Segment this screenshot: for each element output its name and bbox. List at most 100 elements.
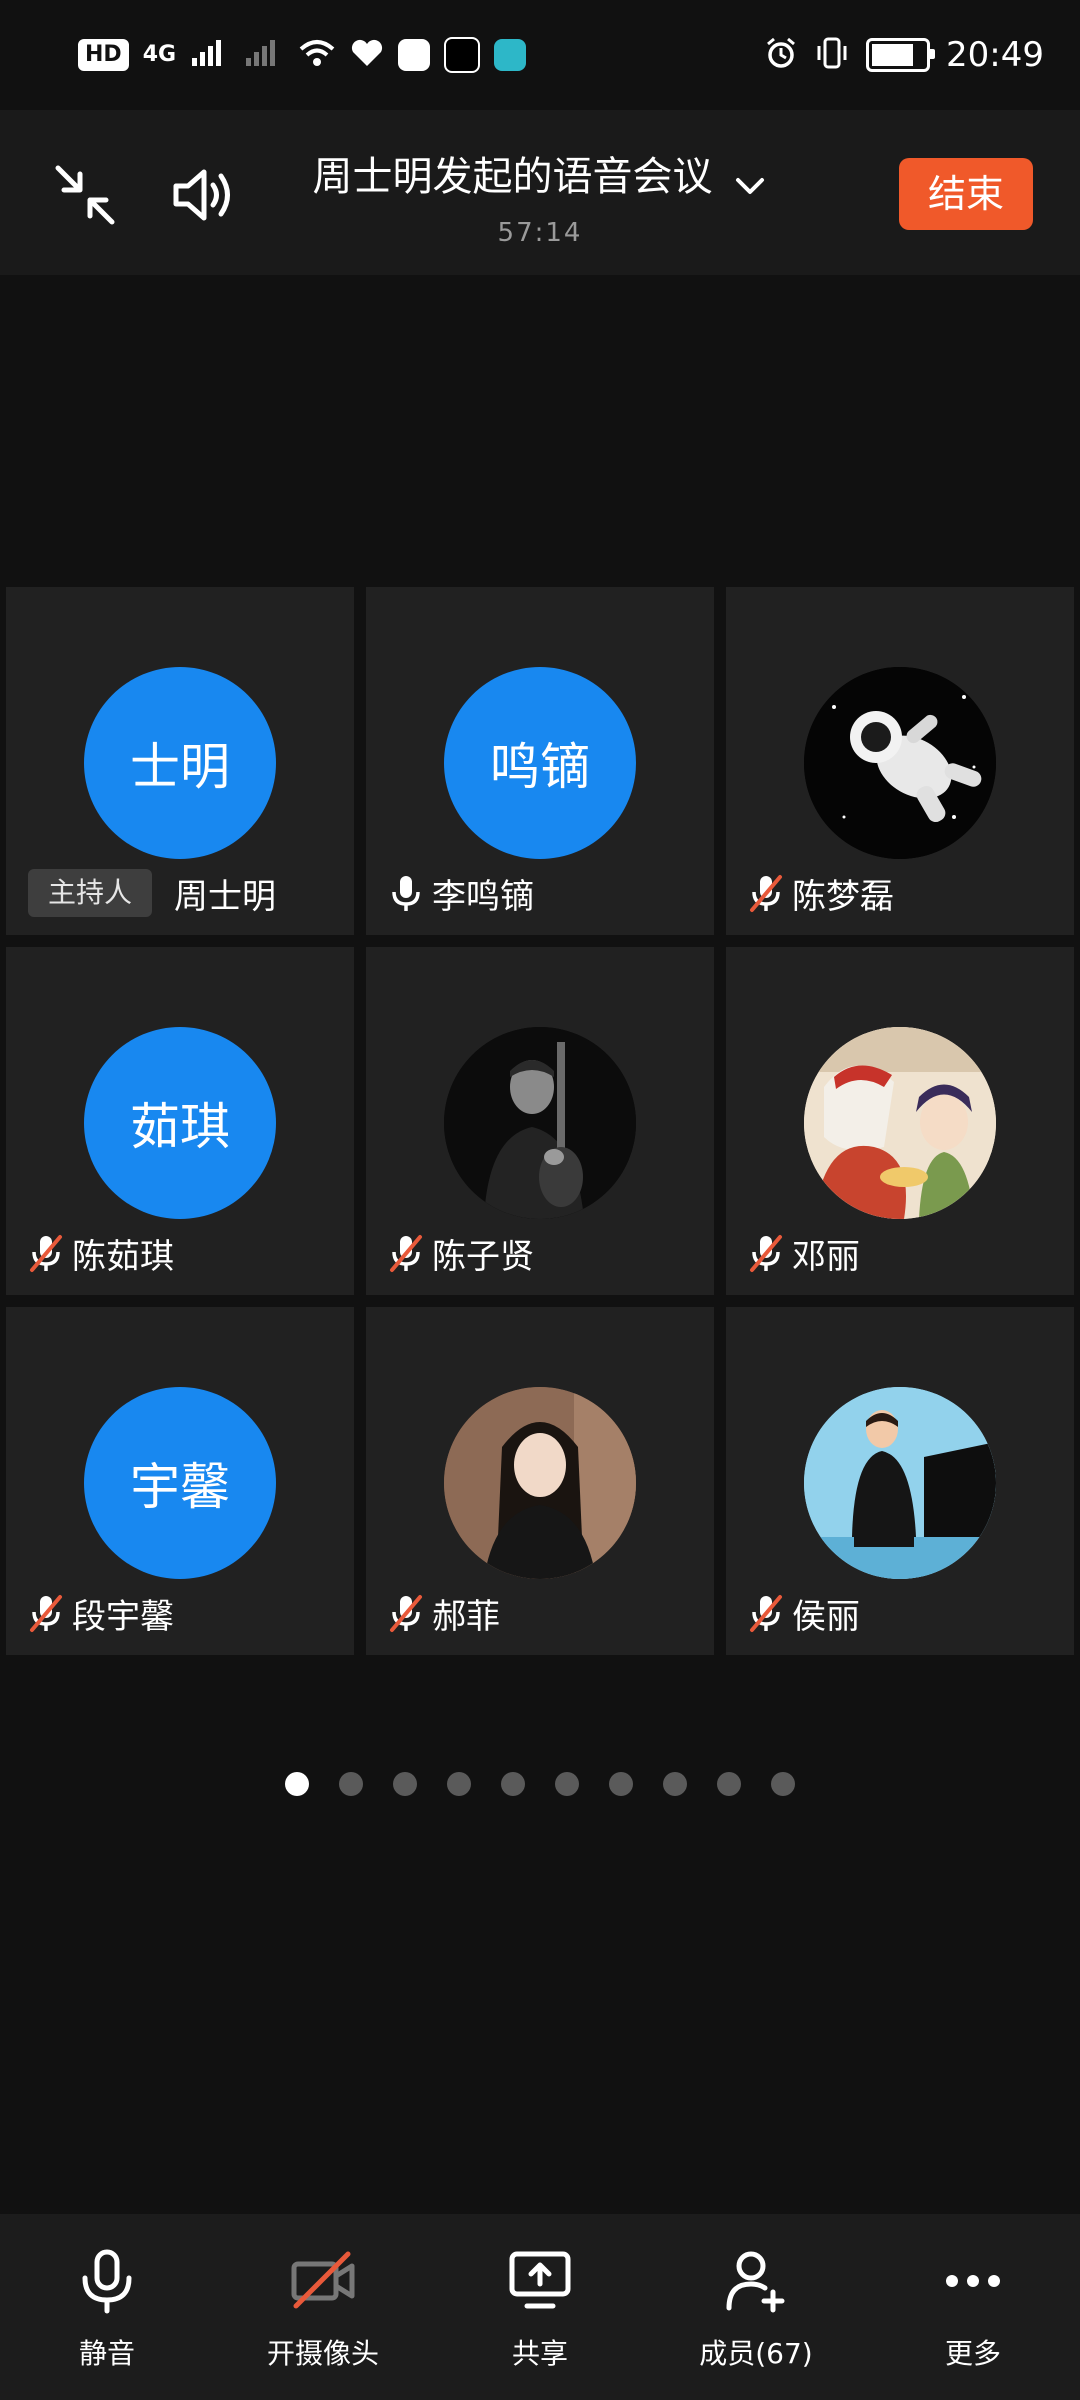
participant-tile[interactable]: 陈子贤 [366, 947, 714, 1295]
mute-label: 静音 [78, 2337, 135, 2370]
alarm-icon [764, 36, 798, 74]
participant-tile[interactable]: 鸣镝 李鸣镝 [366, 587, 714, 935]
page-dot-2[interactable] [339, 1772, 363, 1796]
participant-name: 郝菲 [432, 1596, 500, 1637]
mic-muted-icon [388, 1593, 424, 1633]
participant-tile[interactable]: 侯丽 [726, 1307, 1074, 1655]
participant-name: 侯丽 [792, 1596, 860, 1637]
mic-muted-icon [748, 873, 784, 913]
book-app-icon [494, 39, 527, 71]
avatar: 士明 [84, 667, 276, 859]
app-notification-icon [398, 39, 431, 71]
share-button[interactable]: 共享 [450, 2248, 630, 2372]
page-dot-9[interactable] [717, 1772, 741, 1796]
participant-grid: 士明 主持人 周士明 鸣镝 李鸣镝 陈梦磊 茹琪 陈茹琪 陈子贤 邓丽 宇馨 段… [6, 587, 1074, 1655]
mic-muted-icon [28, 1593, 64, 1633]
anime-illustration-photo [804, 1027, 996, 1219]
meeting-timer: 57:14 [497, 217, 583, 248]
camera-label: 开摄像头 [266, 2337, 379, 2370]
signal-icon [190, 38, 230, 72]
meeting-screen: HD 4G 20:49 周士明发起的语音会议 57:14 结束 士明 主持人 周… [0, 0, 1080, 2400]
network-type: 4G [142, 42, 177, 67]
participant-tile[interactable]: 郝菲 [366, 1307, 714, 1655]
more-button[interactable]: 更多 [883, 2248, 1063, 2372]
signal-icon-2 [244, 38, 284, 72]
participant-label: 邓丽 [748, 1225, 860, 1281]
avatar: 茹琪 [84, 1027, 276, 1219]
tiktok-icon [444, 37, 481, 73]
vibrate-icon [814, 36, 850, 74]
page-dot-8[interactable] [663, 1772, 687, 1796]
camera-button[interactable]: 开摄像头 [233, 2248, 413, 2372]
end-meeting-button[interactable]: 结束 [899, 158, 1033, 230]
avatar-initials: 茹琪 [130, 1098, 230, 1156]
camera-off-icon [290, 2248, 356, 2314]
status-left: HD 4G [78, 30, 527, 80]
more-label: 更多 [944, 2337, 1001, 2370]
clock: 20:49 [946, 35, 1044, 75]
mic-muted-icon [388, 1233, 424, 1273]
woman-at-piano-photo [804, 1387, 996, 1579]
battery-icon [866, 38, 936, 72]
participant-tile[interactable]: 宇馨 段宇馨 [6, 1307, 354, 1655]
participant-name: 段宇馨 [72, 1596, 174, 1637]
page-dot-10[interactable] [771, 1772, 795, 1796]
status-right: 20:49 [764, 30, 1044, 80]
mute-button[interactable]: 静音 [17, 2248, 197, 2372]
participant-tile[interactable]: 士明 主持人 周士明 [6, 587, 354, 935]
members-label: 成员(67) [699, 2337, 813, 2370]
add-member-icon [723, 2248, 789, 2314]
participant-name: 邓丽 [792, 1236, 860, 1277]
participant-label: 郝菲 [388, 1585, 500, 1641]
page-dot-7[interactable] [609, 1772, 633, 1796]
page-indicator [285, 1772, 795, 1796]
host-badge: 主持人 [28, 869, 153, 917]
meeting-header: 周士明发起的语音会议 57:14 结束 [0, 110, 1080, 275]
participant-label: 段宇馨 [28, 1585, 174, 1641]
participant-name: 陈梦磊 [792, 876, 894, 917]
participant-label: 主持人 周士明 [28, 865, 276, 921]
mic-muted-icon [748, 1593, 784, 1633]
heart-rate-icon [350, 38, 384, 72]
mic-muted-icon [748, 1233, 784, 1273]
participant-label: 陈梦磊 [748, 865, 894, 921]
participant-label: 李鸣镝 [388, 865, 534, 921]
minimize-icon[interactable] [50, 160, 120, 230]
bottom-toolbar: 静音 开摄像头 共享 成员(67) 更多 [0, 2214, 1080, 2400]
participant-tile[interactable]: 邓丽 [726, 947, 1074, 1295]
status-bar: HD 4G 20:49 [0, 0, 1080, 110]
meeting-title-area[interactable]: 周士明发起的语音会议 57:14 [290, 144, 790, 248]
mic-muted-icon [28, 1233, 64, 1273]
participant-name: 陈子贤 [432, 1236, 534, 1277]
participant-tile[interactable]: 茹琪 陈茹琪 [6, 947, 354, 1295]
participant-tile[interactable]: 陈梦磊 [726, 587, 1074, 935]
page-dot-1[interactable] [285, 1772, 309, 1796]
wifi-icon [298, 38, 336, 72]
avatar: 宇馨 [84, 1387, 276, 1579]
microphone-icon [388, 873, 424, 913]
participant-label: 陈茹琪 [28, 1225, 174, 1281]
share-label: 共享 [511, 2337, 568, 2370]
page-dot-6[interactable] [555, 1772, 579, 1796]
meeting-title[interactable]: 周士明发起的语音会议 [312, 144, 712, 202]
more-dots-icon [940, 2248, 1006, 2314]
page-dot-4[interactable] [447, 1772, 471, 1796]
page-dot-3[interactable] [393, 1772, 417, 1796]
speaker-icon[interactable] [168, 160, 238, 230]
avatar-initials: 宇馨 [130, 1458, 230, 1516]
astronaut-photo [804, 667, 996, 859]
participant-name: 陈茹琪 [72, 1236, 174, 1277]
page-dot-5[interactable] [501, 1772, 525, 1796]
share-screen-icon [507, 2248, 573, 2314]
woman-portrait-photo [444, 1387, 636, 1579]
avatar: 鸣镝 [444, 667, 636, 859]
chevron-down-icon[interactable] [732, 168, 768, 204]
members-button[interactable]: 成员(67) [666, 2248, 846, 2372]
man-with-violin-photo [444, 1027, 636, 1219]
avatar-initials: 鸣镝 [490, 738, 590, 796]
microphone-icon [74, 2248, 140, 2314]
participant-name: 李鸣镝 [432, 876, 534, 917]
participant-label: 陈子贤 [388, 1225, 534, 1281]
hd-indicator: HD [78, 39, 129, 71]
participant-label: 侯丽 [748, 1585, 860, 1641]
